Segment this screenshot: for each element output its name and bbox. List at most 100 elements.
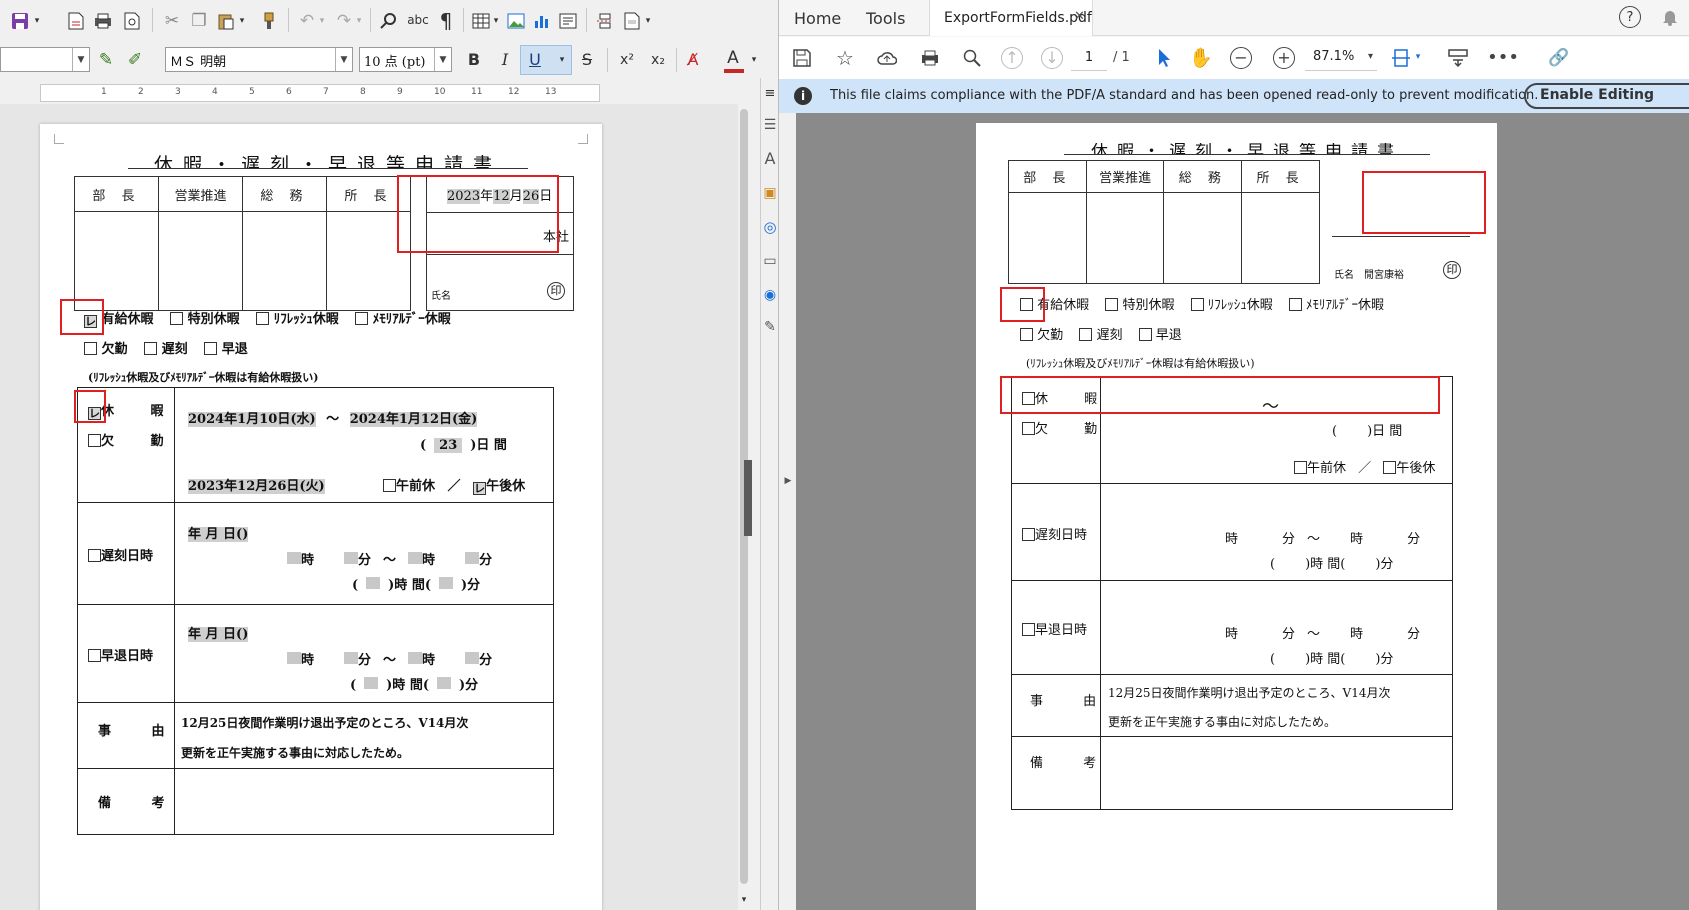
strikethrough-button[interactable]: S: [576, 49, 598, 71]
manage-changes-icon[interactable]: ✎: [761, 316, 778, 338]
absence-row-checkbox[interactable]: [88, 434, 101, 447]
tab-home[interactable]: Home: [794, 0, 841, 36]
chevron-down-icon[interactable]: ▾: [643, 14, 653, 28]
enable-editing-button[interactable]: Enable Editing: [1524, 83, 1689, 109]
late-duration-hours[interactable]: [366, 577, 381, 589]
early-option[interactable]: 早退日時: [88, 645, 153, 664]
form-tools-icon[interactable]: [1446, 46, 1470, 70]
italic-button[interactable]: I: [494, 49, 516, 71]
insert-image-icon[interactable]: [505, 10, 527, 32]
print-preview-icon[interactable]: [121, 10, 143, 32]
find-replace-icon[interactable]: [378, 10, 400, 32]
redo-icon[interactable]: ↷: [333, 10, 355, 32]
pdf-approval-cell[interactable]: [1008, 192, 1087, 284]
absence-checkbox[interactable]: [84, 342, 97, 355]
close-icon[interactable]: ✕: [1074, 9, 1085, 24]
request-date-value[interactable]: 2023年12月26日(火): [188, 479, 325, 494]
chevron-down-icon[interactable]: ▾: [748, 53, 760, 67]
page-layout-icon[interactable]: [1389, 46, 1413, 70]
late-row-checkbox[interactable]: [88, 549, 101, 562]
star-icon[interactable]: ☆: [834, 47, 856, 69]
clone-formatting-icon[interactable]: [258, 10, 280, 32]
insert-table-icon[interactable]: [470, 10, 492, 32]
approval-stamp-cell[interactable]: [158, 211, 243, 311]
insert-field-icon[interactable]: [621, 10, 643, 32]
remarks-field[interactable]: [178, 773, 548, 831]
am-off-checkbox[interactable]: [383, 479, 396, 492]
copy-icon[interactable]: ❐: [188, 10, 210, 32]
font-size-combo[interactable]: 10 点 (pt) ▼: [359, 47, 452, 72]
pdf-special-leave-checkbox[interactable]: [1105, 298, 1119, 311]
memorial-leave-checkbox[interactable]: [355, 312, 369, 325]
horizontal-ruler[interactable]: 1 2 3 4 5 6 7 8 9 10 11 12 13: [40, 84, 600, 102]
previous-page-icon[interactable]: ↑: [1001, 47, 1023, 69]
zoom-level-combo[interactable]: 87.1% ▾: [1305, 45, 1377, 71]
late-date-value[interactable]: 年 月 日(): [188, 527, 249, 542]
font-color-icon[interactable]: A: [722, 47, 744, 69]
save-icon[interactable]: [8, 10, 32, 32]
subscript-button[interactable]: x₂: [645, 49, 671, 71]
formatting-marks-icon[interactable]: ¶: [435, 10, 457, 32]
paste-icon[interactable]: [215, 10, 237, 32]
page-icon[interactable]: ▭: [761, 250, 778, 272]
undo-icon[interactable]: ↶: [296, 10, 318, 32]
early-to-hour[interactable]: [408, 652, 423, 664]
more-tools-icon[interactable]: •••: [1487, 46, 1519, 70]
special-leave-checkbox[interactable]: [170, 312, 184, 325]
late-date[interactable]: 年 月 日(): [188, 523, 249, 542]
pdf-approval-cell[interactable]: [1085, 192, 1165, 284]
pm-off-checkbox[interactable]: レ: [473, 482, 487, 495]
print-icon[interactable]: [92, 10, 114, 32]
chevron-down-icon[interactable]: ▼: [72, 48, 89, 71]
select-cursor-icon[interactable]: [1153, 46, 1175, 70]
hamburger-icon[interactable]: ≡: [761, 84, 778, 102]
early-duration-min[interactable]: [436, 677, 451, 689]
pdf-refresh-leave-checkbox[interactable]: [1190, 298, 1204, 311]
reason-line1[interactable]: 12月25日夜間作業明け退出予定のところ、V14月次: [181, 714, 468, 731]
chevron-down-icon[interactable]: ▾: [491, 14, 501, 28]
pdf-pm-off-checkbox[interactable]: [1383, 461, 1397, 474]
pdf-absence-checkbox[interactable]: [1020, 328, 1033, 341]
early-date-value[interactable]: 年 月 日(): [188, 627, 249, 642]
cut-icon[interactable]: ✂: [161, 10, 183, 32]
page-break-icon[interactable]: [594, 10, 616, 32]
pdf-late-option[interactable]: 遅刻日時: [1022, 524, 1087, 543]
upload-icon[interactable]: [876, 47, 898, 69]
late-from-hour[interactable]: [287, 552, 301, 564]
approval-stamp-cell[interactable]: [242, 211, 327, 311]
early-date[interactable]: 年 月 日(): [188, 623, 249, 642]
pdf-early-row-checkbox[interactable]: [1022, 623, 1035, 636]
next-page-icon[interactable]: ↓: [1041, 47, 1063, 69]
styles-icon[interactable]: ☰: [761, 114, 778, 136]
hand-tool-icon[interactable]: ✋: [1189, 46, 1213, 70]
print-icon[interactable]: [919, 47, 941, 69]
early-from-hour[interactable]: [287, 652, 301, 664]
period-from[interactable]: 2024年1月10日(水): [188, 412, 316, 427]
save-icon[interactable]: [791, 47, 813, 69]
late-from-min[interactable]: [344, 552, 359, 564]
approval-stamp-cell[interactable]: [74, 211, 159, 311]
chevron-down-icon[interactable]: ▾: [317, 14, 327, 28]
chevron-down-icon[interactable]: ▼: [335, 48, 352, 71]
new-style-icon[interactable]: ✐: [124, 49, 146, 71]
late-duration-min[interactable]: [438, 577, 453, 589]
period-to[interactable]: 2024年1月12日(金): [349, 412, 478, 427]
request-date[interactable]: 2023年12月26日(火): [188, 475, 325, 494]
pdf-reason-line2[interactable]: 更新を正午実施する事由に対応したため。: [1108, 713, 1336, 730]
clear-formatting-icon[interactable]: A̸: [682, 49, 704, 71]
tab-tools[interactable]: Tools: [866, 0, 905, 36]
chevron-down-icon[interactable]: ▾: [32, 14, 42, 28]
inspect-icon[interactable]: ◉: [761, 284, 778, 306]
spelling-icon[interactable]: abc: [405, 8, 431, 32]
early-to-min[interactable]: [465, 652, 480, 664]
insert-chart-icon[interactable]: [531, 10, 553, 32]
pdf-early-leave-checkbox[interactable]: [1138, 328, 1152, 341]
chevron-down-icon[interactable]: ▾: [354, 14, 364, 28]
chevron-down-icon[interactable]: ▾: [1368, 45, 1373, 69]
export-pdf-icon[interactable]: [65, 10, 87, 32]
underline-button[interactable]: U: [524, 49, 546, 71]
early-duration-hours[interactable]: [364, 677, 379, 689]
days-value[interactable]: 23: [434, 438, 463, 453]
vacation-period[interactable]: 2024年1月10日(水) 〜 2024年1月12日(金): [188, 408, 478, 427]
zoom-out-icon[interactable]: −: [1230, 47, 1252, 69]
